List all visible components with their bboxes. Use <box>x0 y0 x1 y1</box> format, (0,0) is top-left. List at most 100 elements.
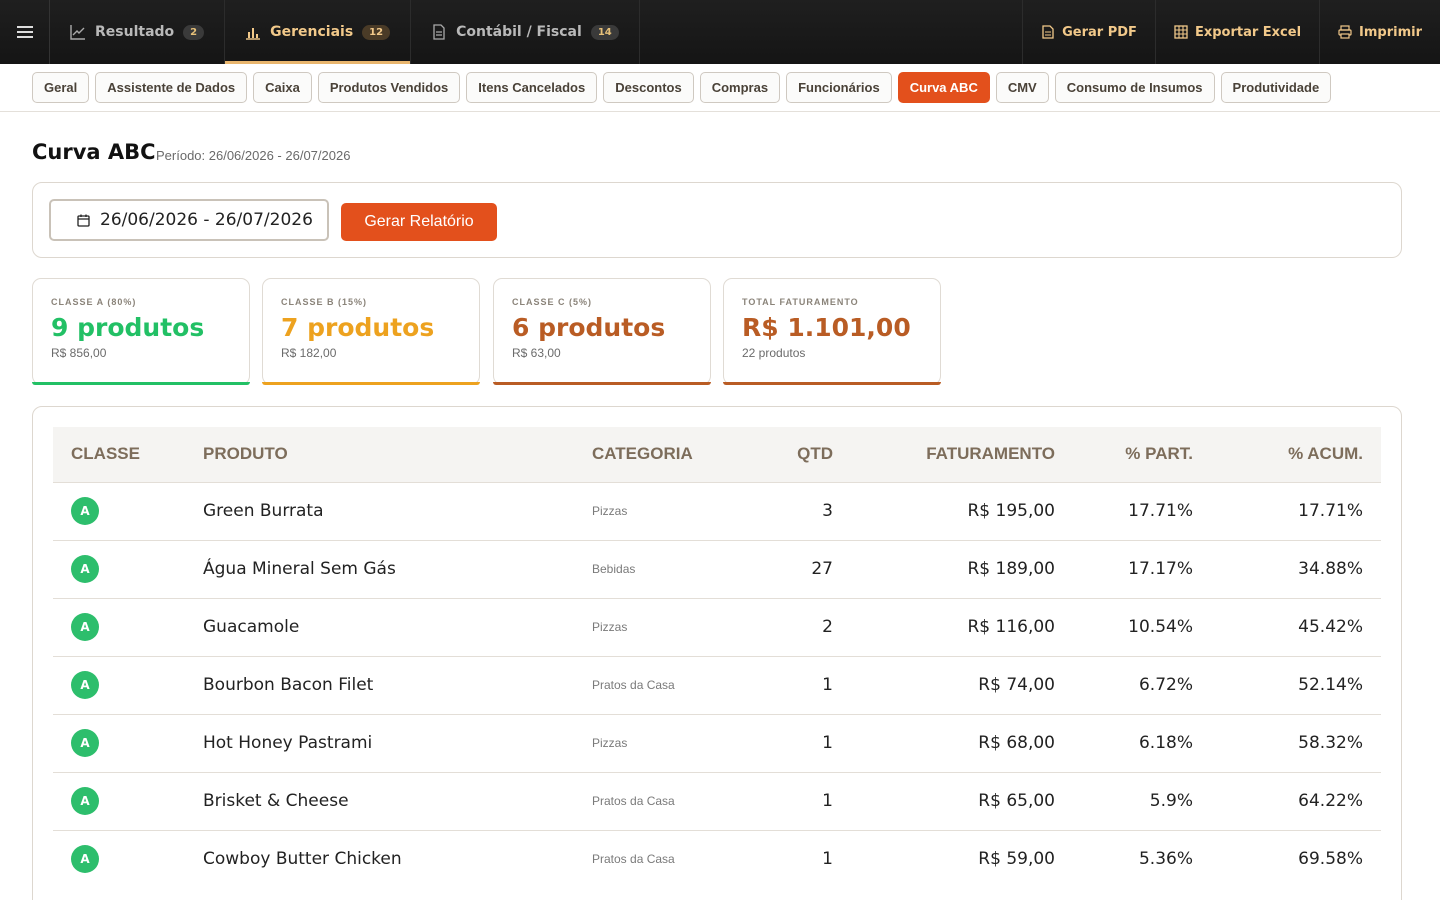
class-cell: A <box>53 830 185 888</box>
subtab-cmv[interactable]: CMV <box>995 72 1049 103</box>
category-cell: Pratos da Casa <box>592 794 675 808</box>
report-period: Período: 26/06/2026 - 26/07/2026 <box>156 148 351 163</box>
report-subtabs: Geral Assistente de Dados Caixa Produtos… <box>0 64 1440 112</box>
quantity-cell: 1 <box>822 733 833 753</box>
cumulative-cell: 58.32% <box>1298 733 1363 753</box>
tab-gerenciais[interactable]: Gerenciais 12 <box>225 0 412 64</box>
class-badge: A <box>71 555 99 583</box>
category-cell: Bebidas <box>592 562 636 576</box>
tab-resultado[interactable]: Resultado 2 <box>50 0 226 64</box>
share-cell: 6.18% <box>1138 733 1193 753</box>
class-badge: A <box>71 787 99 815</box>
quantity-cell: 2 <box>822 617 833 637</box>
date-range-picker[interactable]: 26/06/2026 - 26/07/2026 <box>49 199 329 241</box>
subtab-produtos-vendidos[interactable]: Produtos Vendidos <box>317 72 461 103</box>
table-row[interactable]: A Bourbon Bacon Filet Pratos da Casa 1 R… <box>53 656 1381 714</box>
table-header-row: CLASSE PRODUTO CATEGORIA QTD FATURAMENTO… <box>53 427 1381 482</box>
line-chart-icon <box>70 25 85 40</box>
category-cell: Pratos da Casa <box>592 852 675 867</box>
column-header-faturamento[interactable]: FATURAMENTO <box>851 427 1073 482</box>
column-header-acum[interactable]: % ACUM. <box>1211 427 1381 482</box>
subtab-consumo-de-insumos[interactable]: Consumo de Insumos <box>1054 72 1215 103</box>
product-cell: Guacamole <box>203 617 300 637</box>
file-icon <box>1042 25 1054 39</box>
summary-card-classe-b: CLASSE B (15%) 7 produtos R$ 182,00 <box>262 278 480 385</box>
summary-card-subtext: R$ 63,00 <box>512 346 561 360</box>
subtab-assistente-de-dados[interactable]: Assistente de Dados <box>95 72 248 103</box>
revenue-cell: R$ 65,00 <box>978 791 1055 811</box>
class-cell: A <box>53 598 185 656</box>
column-header-categoria[interactable]: CATEGORIA <box>574 427 734 482</box>
column-header-classe[interactable]: CLASSE <box>53 427 185 482</box>
export-excel-label: Exportar Excel <box>1194 24 1302 40</box>
column-header-qtd[interactable]: QTD <box>734 427 851 482</box>
top-navigation-bar: Resultado 2 Gerenciais 12 Contábil / Fis… <box>0 0 1440 64</box>
generate-pdf-button[interactable]: Gerar PDF <box>1022 0 1155 64</box>
category-cell: Pizzas <box>592 620 628 634</box>
quantity-cell: 1 <box>822 849 833 870</box>
print-button[interactable]: Imprimir <box>1319 0 1440 64</box>
class-cell: A <box>53 656 185 714</box>
subtab-geral[interactable]: Geral <box>32 72 90 103</box>
generate-report-button[interactable]: Gerar Relatório <box>341 203 497 241</box>
category-cell: Pizzas <box>592 736 628 750</box>
column-header-part[interactable]: % PART. <box>1073 427 1211 482</box>
revenue-cell: R$ 74,00 <box>978 675 1055 695</box>
class-badge: A <box>71 845 99 874</box>
product-cell: Green Burrata <box>203 501 324 521</box>
table-row[interactable]: A Guacamole Pizzas 2 R$ 116,00 10.54% 45… <box>53 598 1381 656</box>
revenue-cell: R$ 59,00 <box>978 849 1055 870</box>
summary-card-value: 9 produtos <box>51 313 205 342</box>
subtab-itens-cancelados[interactable]: Itens Cancelados <box>466 72 598 103</box>
table-row[interactable]: A Cowboy Butter Chicken Pratos da Casa 1… <box>53 830 1381 888</box>
page-title: Curva ABC <box>32 140 156 164</box>
summary-card-value: 7 produtos <box>281 313 435 342</box>
tab-gerenciais-count-badge: 12 <box>362 24 391 40</box>
summary-card-label: CLASSE A (80%) <box>51 297 137 307</box>
quantity-cell: 1 <box>822 791 833 811</box>
calendar-icon <box>77 214 90 227</box>
subtab-produtividade[interactable]: Produtividade <box>1220 72 1332 103</box>
summary-card-label: TOTAL FATURAMENTO <box>742 297 859 307</box>
subtab-compras[interactable]: Compras <box>699 72 781 103</box>
product-cell: Brisket & Cheese <box>203 791 349 811</box>
class-badge: A <box>71 497 99 525</box>
table-row[interactable]: A Hot Honey Pastrami Pizzas 1 R$ 68,00 6… <box>53 714 1381 772</box>
summary-card-total-faturamento: TOTAL FATURAMENTO R$ 1.101,00 22 produto… <box>723 278 941 385</box>
generate-pdf-label: Gerar PDF <box>1062 24 1137 40</box>
tab-resultado-label: Resultado <box>95 24 175 40</box>
product-cell: Cowboy Butter Chicken <box>203 849 402 870</box>
subtab-descontos[interactable]: Descontos <box>603 72 694 103</box>
hamburger-menu-button[interactable] <box>0 0 50 64</box>
revenue-cell: R$ 195,00 <box>967 501 1055 521</box>
export-excel-button[interactable]: Exportar Excel <box>1154 0 1319 64</box>
tab-contabil-fiscal[interactable]: Contábil / Fiscal 14 <box>411 0 640 64</box>
share-cell: 17.71% <box>1128 501 1193 521</box>
product-cell: Água Mineral Sem Gás <box>203 559 396 579</box>
cumulative-cell: 17.71% <box>1298 501 1363 521</box>
top-actions: Gerar PDF Exportar Excel Imprimir <box>1022 0 1440 64</box>
document-icon <box>433 24 445 40</box>
summary-card-subtext: R$ 182,00 <box>281 346 337 360</box>
subtab-curva-abc[interactable]: Curva ABC <box>897 72 990 103</box>
summary-card-accent-bar <box>262 382 480 385</box>
summary-card-subtext: R$ 856,00 <box>51 346 107 360</box>
table-row[interactable]: A Água Mineral Sem Gás Bebidas 27 R$ 189… <box>53 540 1381 598</box>
abc-table: CLASSE PRODUTO CATEGORIA QTD FATURAMENTO… <box>53 427 1381 888</box>
bar-chart-icon <box>246 28 261 40</box>
category-cell: Pizzas <box>592 504 628 518</box>
class-badge: A <box>71 613 99 641</box>
quantity-cell: 3 <box>822 501 833 521</box>
revenue-cell: R$ 189,00 <box>967 559 1055 579</box>
subtab-funcionarios[interactable]: Funcionários <box>786 72 892 103</box>
cumulative-cell: 52.14% <box>1298 675 1363 695</box>
table-row[interactable]: A Brisket & Cheese Pratos da Casa 1 R$ 6… <box>53 772 1381 830</box>
class-badge: A <box>71 671 99 699</box>
share-cell: 17.17% <box>1128 559 1193 579</box>
abc-table-card: CLASSE PRODUTO CATEGORIA QTD FATURAMENTO… <box>32 406 1402 900</box>
summary-card-accent-bar <box>493 382 711 385</box>
table-row[interactable]: A Green Burrata Pizzas 3 R$ 195,00 17.71… <box>53 482 1381 540</box>
subtab-caixa[interactable]: Caixa <box>253 72 312 103</box>
table-grid-icon <box>1174 25 1188 39</box>
column-header-produto[interactable]: PRODUTO <box>185 427 574 482</box>
